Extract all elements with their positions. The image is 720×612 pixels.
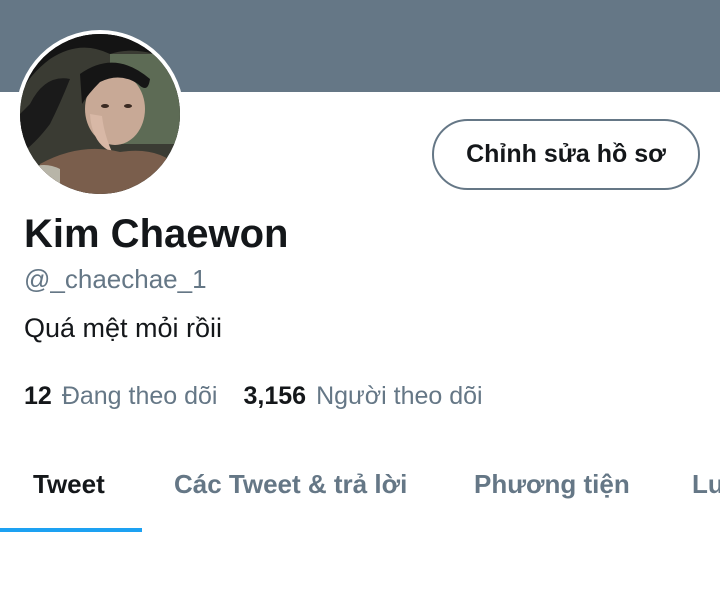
profile-page: Chỉnh sửa hồ sơ Kim Chaewon @_chaechae_1… <box>0 0 720 612</box>
edit-profile-button[interactable]: Chỉnh sửa hồ sơ <box>432 119 700 190</box>
tab-tweets-replies[interactable]: Các Tweet & trả lời <box>174 440 407 528</box>
tab-media[interactable]: Phương tiện <box>474 440 630 528</box>
display-name: Kim Chaewon <box>24 212 289 256</box>
followers-count: 3,156 <box>243 382 307 410</box>
following-stat[interactable]: 12 Đang theo dõi <box>24 382 218 411</box>
following-label: Đang theo dõi <box>61 382 218 410</box>
avatar-photo <box>20 34 180 194</box>
active-tab-indicator <box>0 528 142 532</box>
followers-label: Người theo dõi <box>316 382 483 410</box>
username-handle: @_chaechae_1 <box>24 264 207 294</box>
following-count: 12 <box>24 382 52 410</box>
profile-bio: Quá mệt mỏi rồii <box>24 313 223 343</box>
avatar-image <box>20 34 180 194</box>
tab-tweets[interactable]: Tweet <box>33 440 105 528</box>
follow-stats: 12 Đang theo dõi 3,156 Người theo dõi <box>24 382 509 411</box>
tab-likes[interactable]: Lu <box>692 440 720 528</box>
profile-tabs: Tweet Các Tweet & trả lời Phương tiện Lu <box>0 440 720 532</box>
followers-stat[interactable]: 3,156 Người theo dõi <box>244 382 483 411</box>
profile-avatar[interactable] <box>16 30 184 198</box>
